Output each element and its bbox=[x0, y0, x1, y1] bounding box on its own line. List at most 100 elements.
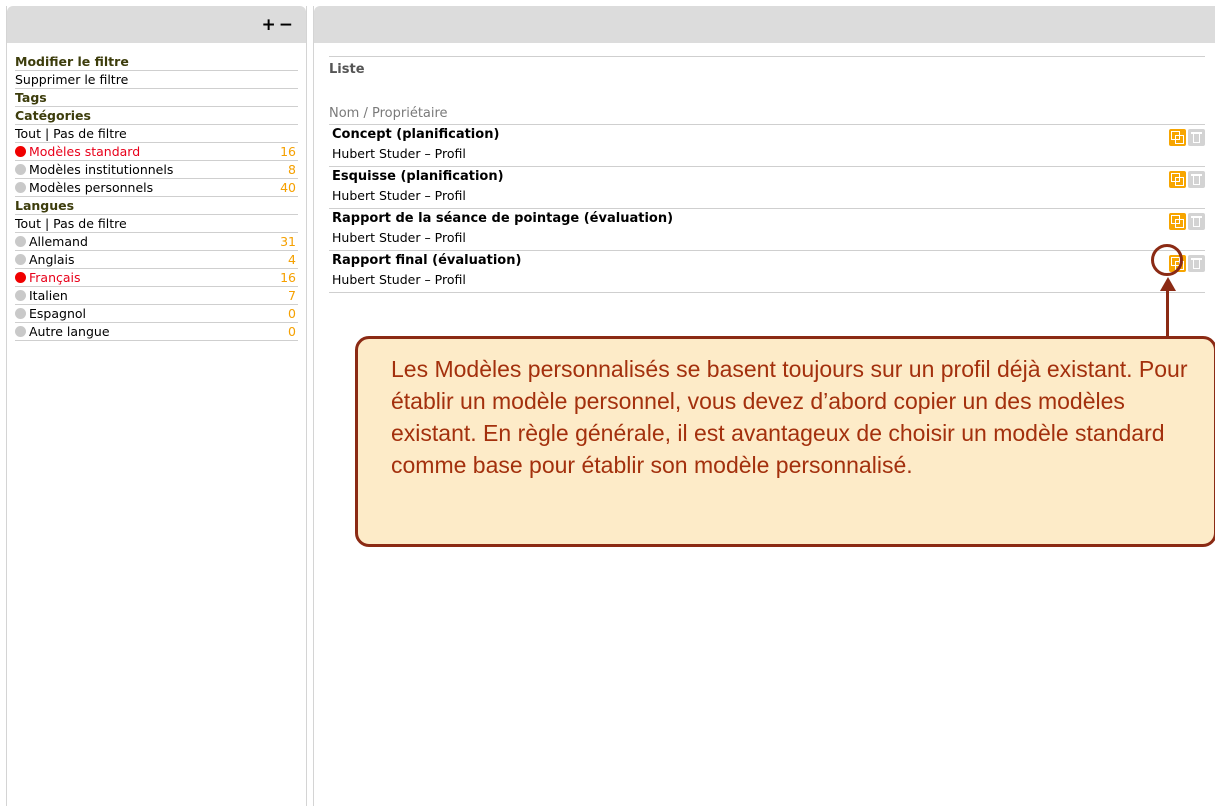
row-actions bbox=[1169, 129, 1205, 146]
filter-heading: Catégories bbox=[15, 107, 298, 125]
filter-label: Français bbox=[29, 270, 81, 285]
trash-icon[interactable] bbox=[1188, 129, 1205, 146]
copy-icon[interactable] bbox=[1169, 171, 1186, 188]
filter-label-wrap: Langues bbox=[15, 197, 74, 214]
filter-count: 0 bbox=[288, 324, 296, 339]
filter-label-wrap: Français bbox=[15, 269, 81, 286]
list-item: Esquisse (planification) Hubert Studer – … bbox=[329, 167, 1205, 209]
highlight-ring bbox=[1151, 244, 1183, 276]
filter-label-wrap: Modifier le filtre bbox=[15, 53, 129, 70]
filter-link[interactable]: Tout | Pas de filtre bbox=[15, 125, 298, 143]
filter-label: Modèles standard bbox=[29, 144, 141, 159]
filter-label: Autre langue bbox=[29, 324, 110, 339]
list-rows: Concept (planification) Hubert Studer – P… bbox=[329, 125, 1205, 293]
expand-button[interactable]: + bbox=[262, 15, 279, 35]
filter-count: 0 bbox=[288, 306, 296, 321]
callout-text: Les Modèles personnalisés se basent touj… bbox=[391, 356, 1188, 478]
filter-count: 4 bbox=[288, 252, 296, 267]
status-dot-icon bbox=[15, 290, 26, 301]
filter-label: Supprimer le filtre bbox=[15, 72, 129, 87]
arrow-head bbox=[1160, 277, 1176, 291]
filter-count: 40 bbox=[280, 180, 296, 195]
filter-item[interactable]: Allemand 31 bbox=[15, 233, 298, 251]
filter-label: Tout | Pas de filtre bbox=[15, 216, 127, 231]
template-owner: Hubert Studer – Profil bbox=[332, 230, 466, 245]
filter-label-wrap: Modèles standard bbox=[15, 143, 140, 160]
template-owner: Hubert Studer – Profil bbox=[332, 272, 466, 287]
filter-item[interactable]: Français 16 bbox=[15, 269, 298, 287]
row-actions bbox=[1169, 213, 1205, 230]
filter-panel-header: +− bbox=[7, 6, 306, 43]
filter-label: Italien bbox=[29, 288, 68, 303]
status-dot-icon bbox=[15, 164, 26, 175]
filter-label-wrap: Modèles personnels bbox=[15, 179, 153, 196]
filter-link[interactable]: Supprimer le filtre bbox=[15, 71, 298, 89]
template-list: Liste Nom / Propriétaire Concept (planif… bbox=[329, 56, 1205, 293]
template-title[interactable]: Concept (planification) bbox=[332, 127, 499, 142]
filter-count: 16 bbox=[280, 270, 296, 285]
filter-label: Espagnol bbox=[29, 306, 86, 321]
filter-item[interactable]: Italien 7 bbox=[15, 287, 298, 305]
template-title[interactable]: Rapport final (évaluation) bbox=[332, 253, 521, 268]
filter-label: Anglais bbox=[29, 252, 75, 267]
filter-label-wrap: Autre langue bbox=[15, 323, 110, 340]
status-dot-icon bbox=[15, 272, 26, 283]
filter-item[interactable]: Modèles standard 16 bbox=[15, 143, 298, 161]
status-dot-icon bbox=[15, 236, 26, 247]
filter-panel: +− Modifier le filtre Supprimer le filtre… bbox=[6, 6, 307, 806]
template-title[interactable]: Rapport de la séance de pointage (évalua… bbox=[332, 211, 673, 226]
callout-box: Les Modèles personnalisés se basent touj… bbox=[355, 336, 1215, 547]
filter-link[interactable]: Tout | Pas de filtre bbox=[15, 215, 298, 233]
collapse-button[interactable]: − bbox=[279, 15, 296, 35]
template-owner: Hubert Studer – Profil bbox=[332, 188, 466, 203]
filter-count: 16 bbox=[280, 144, 296, 159]
filter-item[interactable]: Modèles personnels 40 bbox=[15, 179, 298, 197]
template-owner: Hubert Studer – Profil bbox=[332, 146, 466, 161]
trash-icon[interactable] bbox=[1188, 255, 1205, 272]
filter-heading[interactable]: Modifier le filtre bbox=[15, 53, 298, 71]
status-dot-icon bbox=[15, 254, 26, 265]
status-dot-icon bbox=[15, 182, 26, 193]
status-dot-icon bbox=[15, 308, 26, 319]
filter-count: 7 bbox=[288, 288, 296, 303]
filter-item[interactable]: Anglais 4 bbox=[15, 251, 298, 269]
filter-label: Tags bbox=[15, 90, 47, 105]
trash-icon[interactable] bbox=[1188, 213, 1205, 230]
filter-label: Tout | Pas de filtre bbox=[15, 126, 127, 141]
list-item: Concept (planification) Hubert Studer – P… bbox=[329, 125, 1205, 167]
filter-list: Modifier le filtre Supprimer le filtre Tag… bbox=[7, 43, 306, 341]
column-header-name-owner[interactable]: Nom / Propriétaire bbox=[329, 106, 1205, 125]
filter-heading: Tags bbox=[15, 89, 298, 107]
copy-icon[interactable] bbox=[1169, 129, 1186, 146]
filter-item[interactable]: Autre langue 0 bbox=[15, 323, 298, 341]
status-dot-icon bbox=[15, 146, 26, 157]
filter-item[interactable]: Espagnol 0 bbox=[15, 305, 298, 323]
filter-label: Modèles institutionnels bbox=[29, 162, 174, 177]
main-panel-header bbox=[314, 6, 1215, 43]
filter-label-wrap: Modèles institutionnels bbox=[15, 161, 173, 178]
template-title[interactable]: Esquisse (planification) bbox=[332, 169, 504, 184]
list-item: Rapport de la séance de pointage (évalua… bbox=[329, 209, 1205, 251]
list-title: Liste bbox=[329, 56, 1205, 102]
filter-label: Catégories bbox=[15, 108, 91, 123]
filter-label: Langues bbox=[15, 198, 75, 213]
filter-label-wrap: Supprimer le filtre bbox=[15, 71, 128, 88]
filter-count: 31 bbox=[280, 234, 296, 249]
filter-label-wrap: Espagnol bbox=[15, 305, 86, 322]
trash-icon[interactable] bbox=[1188, 171, 1205, 188]
filter-label-wrap: Tout | Pas de filtre bbox=[15, 125, 127, 142]
filter-label-wrap: Italien bbox=[15, 287, 68, 304]
filter-label-wrap: Catégories bbox=[15, 107, 91, 124]
filter-label: Allemand bbox=[29, 234, 88, 249]
arrow-line bbox=[1166, 290, 1169, 342]
filter-label-wrap: Tags bbox=[15, 89, 47, 106]
filter-label: Modèles personnels bbox=[29, 180, 154, 195]
list-item: Rapport final (évaluation) Hubert Studer … bbox=[329, 251, 1205, 293]
filter-label-wrap: Anglais bbox=[15, 251, 75, 268]
row-actions bbox=[1169, 171, 1205, 188]
copy-icon[interactable] bbox=[1169, 213, 1186, 230]
zoom-controls: +− bbox=[262, 15, 297, 35]
filter-label-wrap: Tout | Pas de filtre bbox=[15, 215, 127, 232]
filter-label-wrap: Allemand bbox=[15, 233, 88, 250]
filter-item[interactable]: Modèles institutionnels 8 bbox=[15, 161, 298, 179]
